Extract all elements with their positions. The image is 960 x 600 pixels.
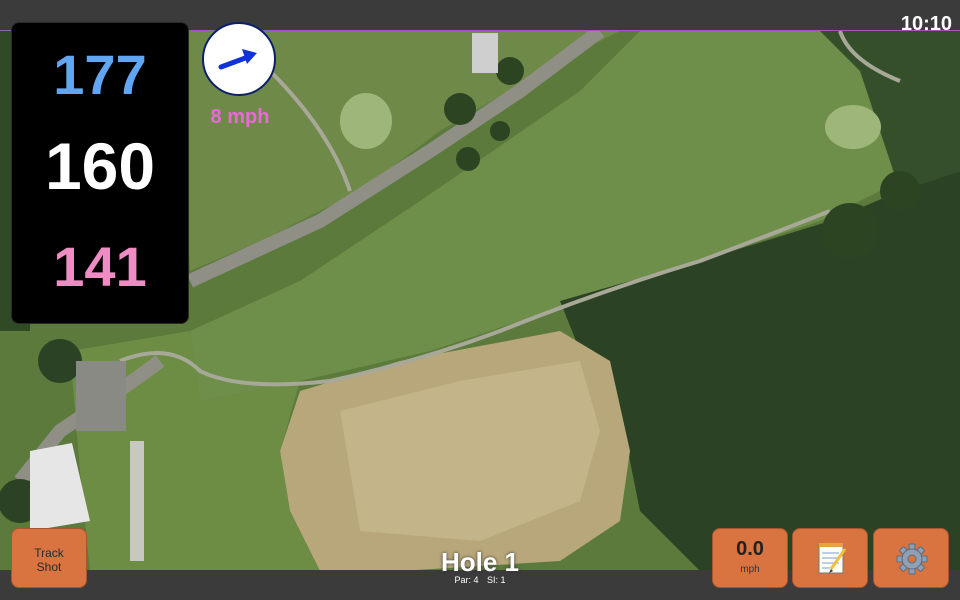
track-shot-label-line2: Shot	[36, 560, 62, 574]
settings-button[interactable]	[873, 528, 949, 588]
wind-indicator	[202, 22, 276, 96]
speed-button[interactable]: 0.0 mph	[712, 528, 788, 588]
track-shot-button[interactable]: Track Shot	[11, 528, 87, 588]
notes-button[interactable]	[792, 528, 868, 588]
hole-meta: Par: 4 SI: 1	[400, 576, 560, 585]
wind-speed-label: 8 mph	[210, 106, 270, 128]
track-shot-label-line1: Track	[34, 546, 64, 560]
hole-stroke-index: SI: 1	[487, 575, 506, 585]
hole-title: Hole 1	[440, 547, 520, 577]
speed-unit: mph	[740, 564, 760, 575]
notepad-icon	[818, 543, 847, 574]
yardage-panel: 177 160 141	[11, 22, 189, 324]
hole-par: Par: 4	[454, 575, 479, 585]
distance-front: 141	[53, 235, 147, 298]
distance-back: 177	[53, 43, 147, 106]
distance-middle: 160	[44, 129, 156, 203]
gear-icon	[896, 543, 928, 575]
speed-value: 0.0	[736, 538, 764, 560]
arrow-icon	[218, 49, 257, 70]
